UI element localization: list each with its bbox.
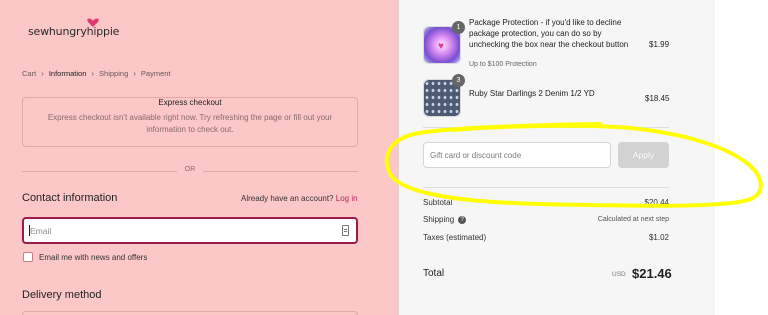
shipping-row: Shipping? bbox=[423, 215, 467, 224]
subtotal-value: $20.44 bbox=[644, 198, 669, 207]
logo-heart-icon bbox=[87, 18, 99, 27]
chevron-right-icon: › bbox=[91, 69, 95, 78]
quantity-badge: 1 bbox=[452, 21, 465, 34]
breadcrumb: Cart › Information › Shipping › Payment bbox=[22, 69, 171, 78]
account-prompt-text: Already have an account? bbox=[241, 194, 334, 203]
taxes-value: $1.02 bbox=[648, 233, 669, 242]
express-checkout-title: Express checkout bbox=[152, 98, 228, 107]
taxes-label: Taxes (estimated) bbox=[423, 233, 487, 242]
product-thumbnail: ♥ 1 bbox=[423, 21, 465, 64]
total-value: $21.46 bbox=[632, 266, 672, 281]
total-label: Total bbox=[423, 268, 445, 279]
shipping-label: Shipping bbox=[423, 215, 455, 224]
delivery-options-box[interactable] bbox=[22, 311, 358, 315]
checkout-main-panel bbox=[0, 0, 398, 315]
breadcrumb-shipping: Shipping bbox=[99, 69, 129, 78]
express-checkout-message: Express checkout isn't available right n… bbox=[47, 113, 333, 134]
summary-divider bbox=[423, 187, 669, 188]
express-checkout-box: Express checkout Express checkout isn't … bbox=[22, 97, 358, 147]
help-icon[interactable]: ? bbox=[458, 215, 467, 224]
email-field[interactable]: Email bbox=[22, 217, 358, 244]
product-thumbnail: 3 bbox=[423, 74, 465, 117]
shipping-value: Calculated at next step bbox=[597, 216, 669, 223]
subtotal-label: Subtotal bbox=[423, 198, 453, 207]
delivery-heading: Delivery method bbox=[22, 289, 102, 301]
summary-divider bbox=[423, 127, 669, 128]
login-link[interactable]: Log in bbox=[336, 194, 358, 203]
account-prompt: Already have an account? Log in bbox=[241, 194, 358, 203]
total-currency: USD bbox=[612, 271, 626, 278]
discount-code-input[interactable]: Gift card or discount code bbox=[423, 142, 611, 168]
chevron-right-icon: › bbox=[133, 69, 136, 78]
heart-icon: ♥ bbox=[438, 41, 444, 52]
breadcrumb-payment: Payment bbox=[140, 69, 171, 78]
product-price: $1.99 bbox=[649, 40, 670, 49]
quantity-badge: 3 bbox=[452, 74, 465, 87]
product-price: $18.45 bbox=[645, 94, 670, 103]
store-logo[interactable]: sewhungryhippie bbox=[28, 25, 119, 38]
apply-button[interactable]: Apply bbox=[618, 142, 669, 168]
or-divider-text: OR bbox=[184, 166, 196, 173]
product-title: Package Protection - if you'd like to de… bbox=[469, 18, 629, 49]
contact-card-icon bbox=[342, 225, 349, 236]
newsletter-checkbox[interactable] bbox=[23, 252, 33, 262]
chevron-right-icon: › bbox=[41, 69, 44, 78]
product-title: Ruby Star Darlings 2 Denim 1/2 YD bbox=[469, 89, 595, 98]
or-divider: OR bbox=[22, 166, 358, 176]
breadcrumb-cart[interactable]: Cart bbox=[22, 69, 36, 78]
email-placeholder: Email bbox=[28, 225, 52, 236]
product-subtitle: Up to $100 Protection bbox=[469, 61, 537, 68]
discount-placeholder: Gift card or discount code bbox=[430, 151, 522, 160]
page-margin bbox=[715, 0, 768, 315]
newsletter-label[interactable]: Email me with news and offers bbox=[39, 253, 147, 262]
breadcrumb-information: Information bbox=[48, 69, 87, 78]
contact-heading: Contact information bbox=[22, 192, 118, 204]
